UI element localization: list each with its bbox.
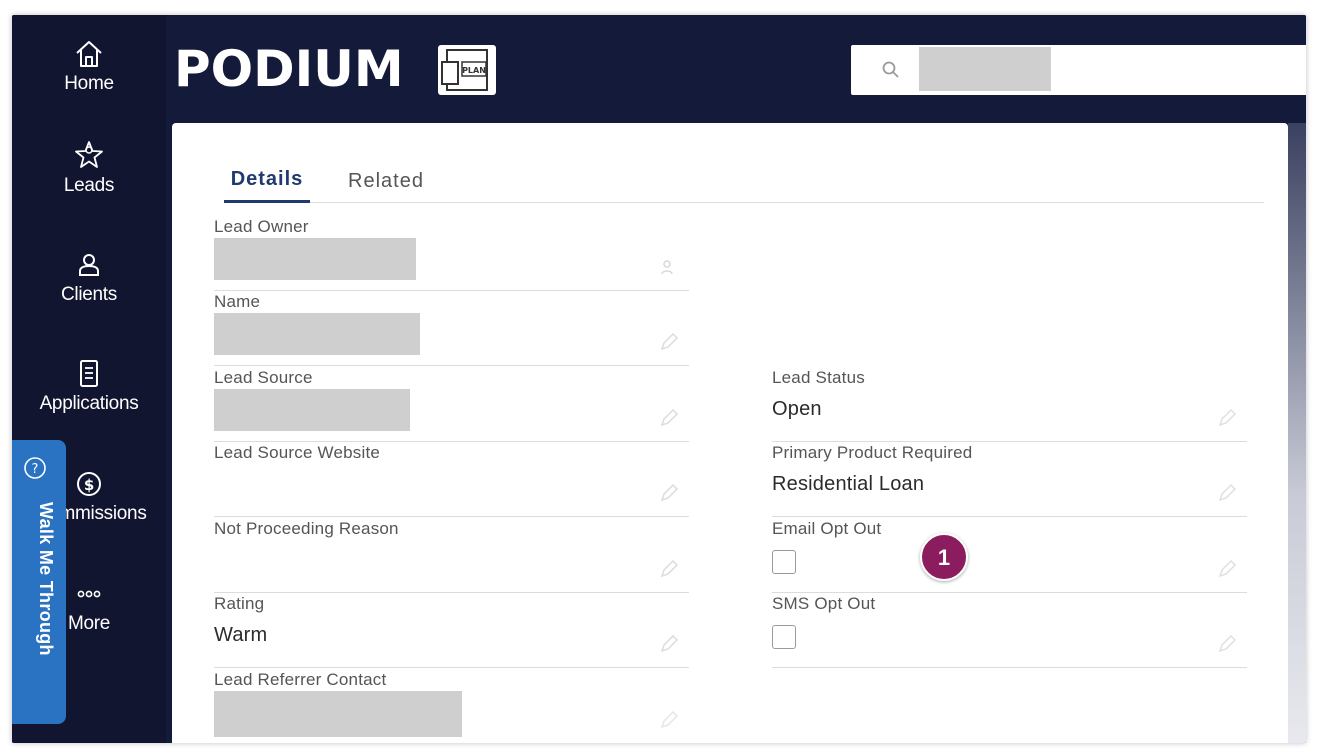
svg-text:?: ? bbox=[32, 462, 39, 477]
field-label: SMS Opt Out bbox=[772, 594, 876, 613]
pencil-icon[interactable] bbox=[659, 408, 679, 433]
search-input[interactable] bbox=[919, 47, 1051, 91]
nav-item-clients[interactable]: Clients bbox=[12, 248, 166, 306]
search-icon bbox=[881, 60, 901, 85]
document-icon bbox=[12, 357, 166, 391]
field-not-proceeding-reason: Not Proceeding Reason bbox=[214, 519, 689, 593]
field-sms-opt-out: SMS Opt Out bbox=[772, 594, 1247, 668]
svg-text:$: $ bbox=[84, 476, 94, 494]
pencil-icon[interactable] bbox=[1217, 483, 1237, 508]
field-primary-product-required: Primary Product Required Residential Loa… bbox=[772, 443, 1247, 517]
nav-item-home[interactable]: Home bbox=[12, 37, 166, 95]
nav-item-leads-label: Leads bbox=[63, 175, 115, 196]
field-label: Email Opt Out bbox=[772, 519, 882, 538]
field-label: Lead Owner bbox=[214, 217, 309, 236]
app-window: Home Leads Clients Applications $ mmissi… bbox=[12, 15, 1306, 743]
pencil-icon[interactable] bbox=[1217, 559, 1237, 584]
sms-opt-out-checkbox[interactable] bbox=[772, 625, 796, 649]
field-lead-owner: Lead Owner bbox=[214, 217, 689, 291]
pencil-icon[interactable] bbox=[659, 483, 679, 508]
pencil-icon[interactable] bbox=[1217, 634, 1237, 659]
lead-detail-panel: Details Related Lead Owner Name Lead Sou… bbox=[172, 123, 1288, 743]
email-opt-out-checkbox[interactable] bbox=[772, 550, 796, 574]
field-label: Name bbox=[214, 292, 261, 311]
plan-badge-text: PLAN bbox=[462, 66, 486, 75]
pencil-icon[interactable] bbox=[659, 332, 679, 357]
nav-item-home-label: Home bbox=[64, 73, 114, 94]
field-name: Name bbox=[214, 292, 689, 366]
person-icon bbox=[12, 248, 166, 282]
pencil-icon[interactable] bbox=[1217, 408, 1237, 433]
field-label: Not Proceeding Reason bbox=[214, 519, 399, 538]
background-strip bbox=[1288, 123, 1306, 743]
field-lead-source: Lead Source bbox=[214, 368, 689, 442]
field-lead-source-website: Lead Source Website bbox=[214, 443, 689, 517]
pencil-icon[interactable] bbox=[659, 634, 679, 659]
field-value: Open bbox=[772, 398, 822, 420]
field-rating: Rating Warm bbox=[214, 594, 689, 668]
record-tabs: Details Related bbox=[224, 155, 1264, 203]
global-search bbox=[851, 45, 1306, 95]
pencil-icon[interactable] bbox=[659, 559, 679, 584]
walk-me-through-button[interactable]: ? Walk Me Through bbox=[12, 440, 66, 724]
change-owner-icon[interactable] bbox=[659, 257, 679, 282]
nav-item-commissions-label: mmissions bbox=[59, 503, 147, 524]
step-badge: 1 bbox=[920, 533, 968, 581]
field-label: Rating bbox=[214, 594, 265, 613]
help-question-icon: ? bbox=[23, 456, 47, 485]
walk-me-through-label: Walk Me Through bbox=[36, 502, 56, 656]
field-label: Primary Product Required bbox=[772, 443, 973, 462]
field-label: Lead Source Website bbox=[214, 443, 381, 462]
redacted-value bbox=[214, 691, 462, 737]
nav-item-applications[interactable]: Applications bbox=[12, 357, 166, 415]
star-person-icon bbox=[12, 139, 166, 173]
field-value: Warm bbox=[214, 624, 268, 646]
nav-item-leads[interactable]: Leads bbox=[12, 139, 166, 197]
field-value: Residential Loan bbox=[772, 473, 925, 495]
tab-related[interactable]: Related bbox=[348, 159, 438, 203]
redacted-value bbox=[214, 238, 416, 280]
redacted-value bbox=[214, 389, 410, 431]
nav-item-clients-label: Clients bbox=[61, 284, 117, 305]
redacted-value bbox=[214, 313, 420, 355]
tab-details[interactable]: Details bbox=[224, 159, 310, 203]
nav-item-more-label: More bbox=[67, 613, 111, 634]
plan-logo-badge: PLAN bbox=[438, 45, 496, 95]
field-label: Lead Source bbox=[214, 368, 313, 387]
podium-logo: PODIUM bbox=[174, 40, 404, 98]
field-label: Lead Referrer Contact bbox=[214, 670, 387, 689]
top-header: PODIUM PLAN bbox=[166, 15, 1306, 123]
pencil-icon[interactable] bbox=[659, 710, 679, 735]
field-lead-status: Lead Status Open bbox=[772, 368, 1247, 442]
nav-item-applications-label: Applications bbox=[39, 393, 139, 414]
home-icon bbox=[12, 37, 166, 71]
field-label: Lead Status bbox=[772, 368, 865, 387]
field-email-opt-out: Email Opt Out bbox=[772, 519, 1247, 593]
field-lead-referrer-contact: Lead Referrer Contact bbox=[214, 670, 689, 743]
